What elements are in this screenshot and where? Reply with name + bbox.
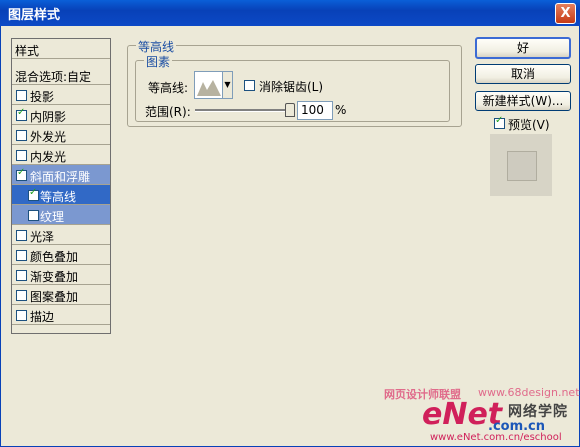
range-slider-thumb[interactable]: [285, 103, 295, 117]
range-input[interactable]: 100: [297, 101, 333, 120]
range-slider-track[interactable]: [195, 109, 291, 112]
checkbox[interactable]: [16, 107, 27, 121]
style-item-inner-shadow[interactable]: 内阴影: [12, 105, 110, 125]
style-item-bevel-emboss[interactable]: 斜面和浮雕: [12, 165, 110, 185]
checkbox[interactable]: [16, 90, 27, 101]
preview-label: 预览(V): [508, 118, 550, 132]
style-item-stroke[interactable]: 描边: [12, 305, 110, 325]
style-item-satin[interactable]: 光泽: [12, 225, 110, 245]
contour-label: 等高线:: [148, 81, 189, 95]
watermark-url-bottom: www.eNet.com.cn/eschool: [430, 432, 562, 443]
close-button[interactable]: X: [555, 3, 576, 24]
antialias-checkbox[interactable]: [244, 80, 255, 91]
style-list-header: 样式: [12, 39, 110, 59]
elements-group-title: 图素: [144, 53, 173, 70]
checkbox[interactable]: [16, 167, 27, 181]
style-item-inner-glow[interactable]: 内发光: [12, 145, 110, 165]
checkbox[interactable]: [16, 130, 27, 141]
watermark-brand-cn: 网络学院: [508, 404, 568, 420]
style-item-color-overlay[interactable]: 颜色叠加: [12, 245, 110, 265]
style-preview-inner: [507, 151, 537, 181]
range-label: 范围(R):: [145, 105, 191, 119]
cancel-button[interactable]: 取消: [475, 64, 571, 84]
checkbox[interactable]: [16, 310, 27, 321]
contour-dropdown-button[interactable]: ▼: [222, 71, 233, 99]
checkbox[interactable]: [16, 150, 27, 161]
contour-preview-picker[interactable]: [194, 71, 224, 99]
window-title: 图层样式: [8, 8, 61, 23]
checkbox[interactable]: [28, 210, 39, 221]
chevron-down-icon: ▼: [224, 80, 231, 89]
blend-options-item[interactable]: 混合选项:自定: [12, 65, 110, 85]
style-item-pattern-overlay[interactable]: 图案叠加: [12, 285, 110, 305]
style-item-gradient-overlay[interactable]: 渐变叠加: [12, 265, 110, 285]
style-item-outer-glow[interactable]: 外发光: [12, 125, 110, 145]
antialias-label: 消除锯齿(L): [259, 80, 324, 94]
range-unit: %: [335, 103, 347, 117]
new-style-button[interactable]: 新建样式(W)...: [475, 91, 571, 111]
style-item-drop-shadow[interactable]: 投影: [12, 85, 110, 105]
checkbox[interactable]: [16, 230, 27, 241]
title-bar: 图层样式 X: [0, 0, 580, 26]
checkbox[interactable]: [28, 187, 39, 201]
checkbox[interactable]: [16, 270, 27, 281]
contour-curve-icon: [197, 80, 221, 96]
checkbox[interactable]: [16, 290, 27, 301]
style-item-contour[interactable]: 等高线: [12, 185, 110, 205]
style-list: 样式 混合选项:自定 投影 内阴影 外发光 内发光 斜面和浮雕 等高线 纹理 光…: [11, 38, 111, 334]
style-item-texture[interactable]: 纹理: [12, 205, 110, 225]
preview-checkbox[interactable]: [494, 115, 505, 129]
checkbox[interactable]: [16, 250, 27, 261]
ok-button[interactable]: 好: [475, 37, 571, 59]
